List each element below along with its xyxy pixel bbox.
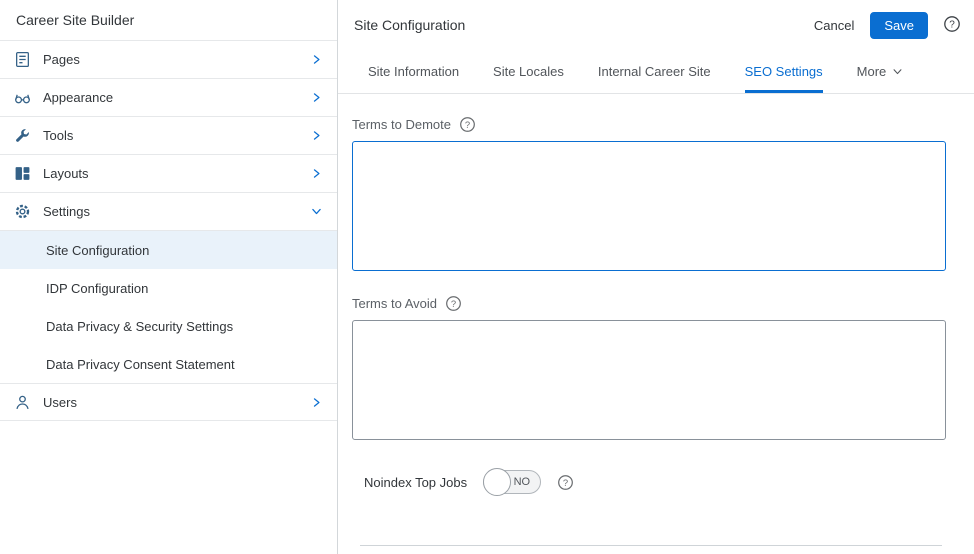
toggle-state-label: NO [513, 476, 531, 488]
sidebar-item-label: Settings [43, 204, 90, 219]
chevron-right-icon [310, 167, 323, 180]
tab-more[interactable]: More [857, 50, 904, 93]
sidebar-subitem-label: Data Privacy & Security Settings [46, 318, 234, 334]
svg-text:?: ? [451, 299, 456, 310]
terms-to-demote-input[interactable] [352, 141, 946, 271]
help-icon[interactable]: ? [557, 474, 574, 491]
sidebar-subitem-site-configuration[interactable]: Site Configuration [0, 231, 337, 269]
tab-bar: Site Information Site Locales Internal C… [338, 50, 974, 94]
users-icon [14, 394, 31, 411]
sidebar: Career Site Builder Pages Appearance Too… [0, 0, 338, 554]
sidebar-item-label: Layouts [43, 166, 89, 181]
sidebar-item-label: Tools [43, 128, 74, 143]
sidebar-subitem-data-privacy-security-settings[interactable]: Data Privacy & Security Settings [0, 307, 337, 345]
cancel-button[interactable]: Cancel [814, 18, 854, 33]
sidebar-subitem-data-privacy-consent-statement[interactable]: Data Privacy Consent Statement [0, 345, 337, 383]
sidebar-item-users[interactable]: Users [0, 383, 337, 421]
appearance-icon [14, 89, 31, 106]
noindex-top-jobs-row: Noindex Top Jobs NO ? [352, 468, 946, 496]
terms-to-avoid-input[interactable] [352, 320, 946, 440]
tab-label: SEO Settings [744, 64, 823, 79]
settings-gear-icon [14, 203, 31, 220]
save-button[interactable]: Save [870, 11, 928, 39]
page-title: Site Configuration [354, 17, 466, 33]
terms-to-avoid-label-row: Terms to Avoid ? [352, 295, 946, 312]
tab-label: Site Locales [493, 64, 564, 79]
sidebar-item-settings[interactable]: Settings [0, 193, 337, 231]
chevron-right-icon [310, 129, 323, 142]
toggle-knob-icon [483, 468, 512, 496]
sidebar-item-label: Users [43, 394, 77, 410]
career-site-builder-app: Career Site Builder Pages Appearance Too… [0, 0, 974, 554]
sidebar-item-label: Pages [43, 52, 80, 67]
tab-label: Internal Career Site [597, 64, 711, 79]
header-help-icon[interactable]: ? [942, 15, 962, 35]
svg-text:?: ? [465, 120, 470, 131]
chevron-right-icon [310, 91, 323, 104]
main-panel: Site Configuration Cancel Save ? Site In… [338, 0, 974, 554]
sidebar-subitem-label: Data Privacy Consent Statement [46, 356, 235, 372]
sidebar-subitem-label: Site Configuration [46, 242, 150, 258]
svg-text:?: ? [563, 477, 568, 488]
bottom-divider [360, 545, 942, 546]
svg-text:?: ? [949, 20, 955, 31]
sidebar-item-layouts[interactable]: Layouts [0, 155, 337, 193]
noindex-top-jobs-label: Noindex Top Jobs [364, 474, 468, 490]
sidebar-subitem-label: IDP Configuration [46, 280, 149, 296]
chevron-down-icon [892, 66, 903, 77]
tab-site-information[interactable]: Site Information [368, 50, 459, 93]
sidebar-nav: Pages Appearance Tools Layouts Settings … [0, 40, 337, 421]
main-header: Site Configuration Cancel Save ? [338, 0, 974, 50]
help-icon[interactable]: ? [445, 295, 462, 312]
help-icon[interactable]: ? [459, 116, 476, 133]
sidebar-subitem-idp-configuration[interactable]: IDP Configuration [0, 269, 337, 307]
pages-icon [14, 51, 31, 68]
tools-icon [14, 127, 31, 144]
tab-label: More [856, 64, 887, 79]
sidebar-item-pages[interactable]: Pages [0, 41, 337, 79]
seo-settings-content: Terms to Demote ? Terms to Avoid ? Noind… [338, 94, 974, 554]
layouts-icon [14, 165, 31, 182]
chevron-down-icon [310, 205, 323, 218]
chevron-right-icon [310, 396, 323, 409]
sidebar-item-label: Appearance [43, 90, 114, 105]
tab-internal-career-site[interactable]: Internal Career Site [598, 50, 711, 93]
app-title: Career Site Builder [16, 12, 135, 28]
chevron-right-icon [310, 53, 323, 66]
terms-to-demote-label-row: Terms to Demote ? [352, 116, 946, 133]
terms-to-demote-label: Terms to Demote [352, 117, 451, 132]
terms-to-avoid-label: Terms to Avoid [352, 296, 438, 311]
tab-site-locales[interactable]: Site Locales [493, 50, 564, 93]
sidebar-item-appearance[interactable]: Appearance [0, 79, 337, 117]
sidebar-item-tools[interactable]: Tools [0, 117, 337, 155]
tab-seo-settings[interactable]: SEO Settings [744, 50, 823, 93]
noindex-toggle-switch[interactable]: NO [483, 468, 542, 496]
tab-label: Site Information [368, 64, 460, 79]
